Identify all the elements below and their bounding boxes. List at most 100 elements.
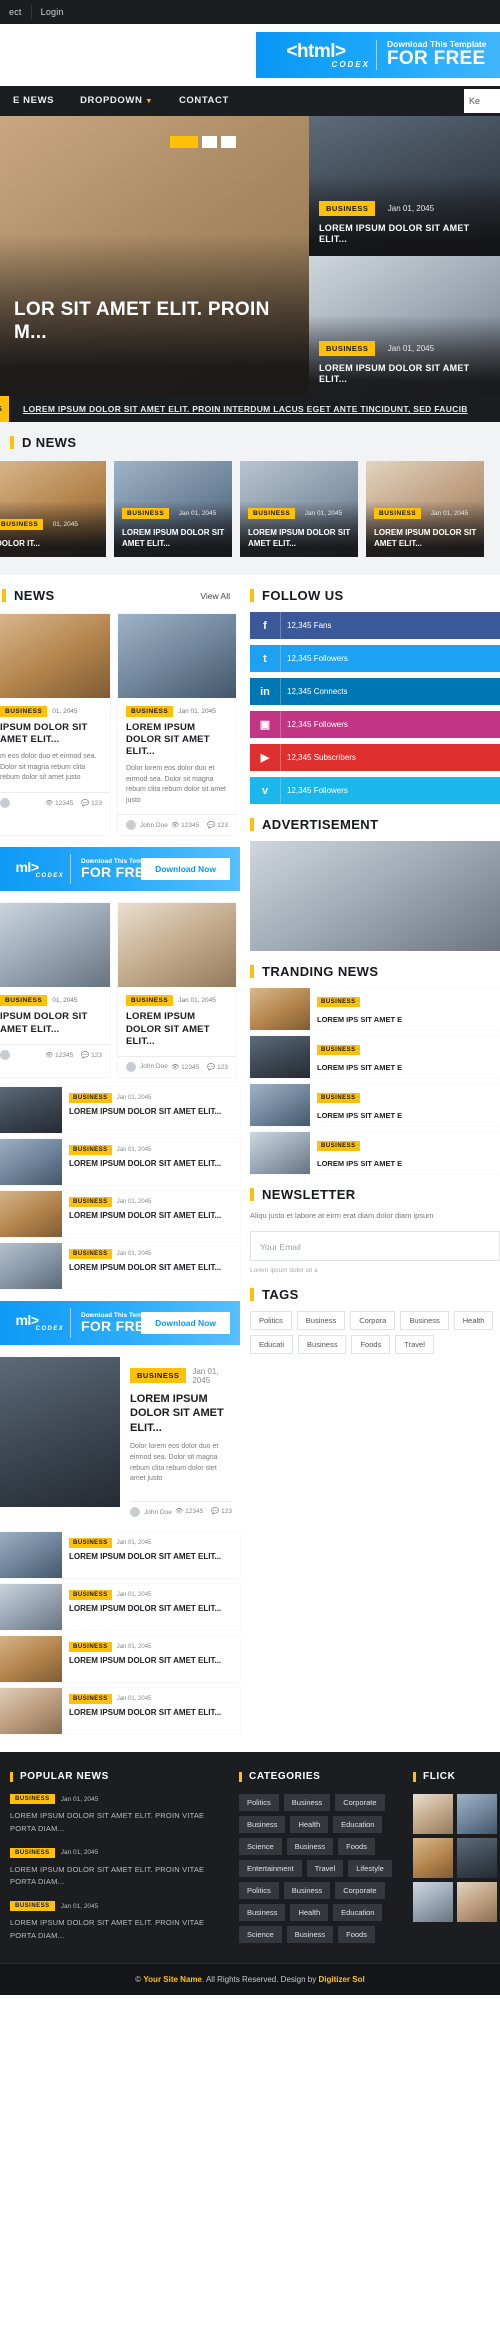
- footer-category[interactable]: Health: [290, 1816, 329, 1834]
- featured-card[interactable]: BUSINESS 01, 2045 DOLOR IT...: [0, 461, 106, 557]
- topbar-item-contact[interactable]: ect: [0, 0, 31, 24]
- footer-category[interactable]: Politics: [239, 1882, 279, 1900]
- news-row[interactable]: BUSINESS Jan 01, 2045 LOREM IPSUM DOLOR …: [0, 1190, 240, 1237]
- footer-item-text[interactable]: LOREM IPSUM DOLOR SIT AMET ELIT. PROIN V…: [10, 1810, 225, 1836]
- footer-item-text[interactable]: LOREM IPSUM DOLOR SIT AMET ELIT. PROIN V…: [10, 1917, 225, 1943]
- footer-category[interactable]: Lifestyle: [348, 1860, 392, 1878]
- status-badge[interactable]: BUSINESS: [317, 1044, 360, 1055]
- news-row[interactable]: BUSINESS Jan 01, 2045 LOREM IPSUM DOLOR …: [0, 1242, 240, 1289]
- hero-main-title[interactable]: LOR SIT AMET ELIT. PROIN M...: [14, 299, 295, 344]
- status-badge[interactable]: BUSINESS: [0, 706, 48, 717]
- row-title[interactable]: LOREM IPSUM DOLOR SIT AMET ELIT...: [69, 1604, 234, 1614]
- footer-category[interactable]: Business: [239, 1904, 286, 1922]
- flickr-thumb[interactable]: [457, 1838, 497, 1879]
- news-card[interactable]: BUSINESS Jan 01, 2045 LOREM IPSUM DOLOR …: [118, 614, 236, 836]
- email-field[interactable]: Your Email: [250, 1231, 500, 1261]
- news-row[interactable]: BUSINESS Jan 01, 2045 LOREM IPSUM DOLOR …: [0, 1138, 240, 1185]
- news-row[interactable]: BUSINESS Jan 01, 2045 LOREM IPSUM DOLOR …: [0, 1086, 240, 1133]
- trending-title-text[interactable]: LOREM IPS SIT AMET E: [317, 1159, 402, 1169]
- footer-category[interactable]: Entertainment: [239, 1860, 302, 1878]
- status-badge[interactable]: BUSINESS: [319, 340, 376, 356]
- tag-item[interactable]: Business: [296, 1311, 346, 1330]
- status-badge[interactable]: BUSINESS: [69, 1196, 112, 1207]
- flickr-thumb[interactable]: [413, 1882, 453, 1923]
- ticker-text[interactable]: LOREM IPSUM DOLOR SIT AMET ELIT. PROIN I…: [9, 404, 468, 414]
- advertisement-image[interactable]: [250, 841, 500, 951]
- tag-item[interactable]: Educati: [250, 1335, 294, 1354]
- tag-item[interactable]: Business: [298, 1335, 347, 1354]
- status-badge[interactable]: BUSINESS: [374, 508, 422, 520]
- status-badge[interactable]: BUSINESS: [10, 1901, 55, 1912]
- hero-side-title-1[interactable]: LOREM IPSUM DOLOR SIT AMET ELIT...: [319, 223, 492, 246]
- footer-category[interactable]: Corporate: [335, 1794, 385, 1812]
- footer-category[interactable]: Education: [333, 1904, 383, 1922]
- carousel-dot-1[interactable]: [170, 136, 198, 148]
- trending-title-text[interactable]: LOREM IPS SIT AMET E: [317, 1111, 402, 1121]
- inline-ad-banner[interactable]: ml> CODEX Download This Template FOR FRE…: [0, 847, 240, 892]
- status-badge[interactable]: BUSINESS: [317, 1140, 360, 1151]
- footer-category[interactable]: Business: [239, 1816, 286, 1834]
- row-title[interactable]: LOREM IPSUM DOLOR SIT AMET ELIT...: [69, 1708, 234, 1718]
- flickr-thumb[interactable]: [413, 1838, 453, 1879]
- trending-row[interactable]: BUSINESS LOREM IPS SIT AMET E: [250, 1036, 500, 1078]
- flickr-thumb[interactable]: [457, 1882, 497, 1923]
- status-badge[interactable]: BUSINESS: [69, 1642, 112, 1653]
- status-badge[interactable]: BUSINESS: [126, 706, 174, 717]
- news-title[interactable]: IPSUM DOLOR SIT AMET ELIT...: [0, 1011, 102, 1035]
- tag-item[interactable]: Health: [453, 1311, 494, 1330]
- trending-row[interactable]: BUSINESS LOREM IPS SIT AMET E: [250, 1084, 500, 1126]
- download-now-button[interactable]: Download Now: [141, 1311, 230, 1334]
- footer-category[interactable]: Foods: [338, 1838, 375, 1856]
- tag-item[interactable]: Business: [400, 1311, 449, 1330]
- trending-row[interactable]: BUSINESS LOREM IPS SIT AMET E: [250, 988, 500, 1030]
- status-badge[interactable]: BUSINESS: [130, 1368, 187, 1384]
- featured-card[interactable]: BUSINESS Jan 01, 2045 LOREM IPSUM DOLOR …: [114, 461, 232, 557]
- hero-side-title-2[interactable]: LOREM IPSUM DOLOR SIT AMET ELIT...: [319, 363, 492, 386]
- row-title[interactable]: LOREM IPSUM DOLOR SIT AMET ELIT...: [69, 1107, 234, 1117]
- status-badge[interactable]: BUSINESS: [69, 1092, 112, 1103]
- copyright-designer[interactable]: Digitizer Sol: [318, 1975, 364, 1984]
- hero-side-slide-2[interactable]: BUSINESS Jan 01, 2045 LOREM IPSUM DOLOR …: [309, 256, 500, 396]
- carousel-dot-2[interactable]: [202, 136, 217, 148]
- social-twitter[interactable]: t 12,345 Followers: [250, 645, 500, 672]
- trending-title-text[interactable]: LOREM IPS SIT AMET E: [317, 1015, 402, 1025]
- footer-category[interactable]: Corporate: [335, 1882, 385, 1900]
- flickr-thumb[interactable]: [413, 1794, 453, 1835]
- footer-category[interactable]: Education: [333, 1816, 383, 1834]
- row-title[interactable]: LOREM IPSUM DOLOR SIT AMET ELIT...: [69, 1211, 234, 1221]
- social-facebook[interactable]: f 12,345 Fans: [250, 612, 500, 639]
- status-badge[interactable]: BUSINESS: [317, 996, 360, 1007]
- tag-item[interactable]: Foods: [351, 1335, 391, 1354]
- status-badge[interactable]: BUSINESS: [69, 1590, 112, 1601]
- tag-item[interactable]: Politics: [250, 1311, 292, 1330]
- row-title[interactable]: LOREM IPSUM DOLOR SIT AMET ELIT...: [69, 1552, 234, 1562]
- status-badge[interactable]: BUSINESS: [122, 508, 170, 520]
- status-badge[interactable]: BUSINESS: [69, 1694, 112, 1705]
- footer-category[interactable]: Science: [239, 1838, 282, 1856]
- news-row[interactable]: BUSINESS Jan 01, 2045 LOREM IPSUM DOLOR …: [0, 1584, 240, 1631]
- trending-title-text[interactable]: LOREM IPS SIT AMET E: [317, 1063, 402, 1073]
- featured-card[interactable]: BUSINESS Jan 01, 2045 LOREM IPSUM DOLOR …: [240, 461, 358, 557]
- tag-item[interactable]: Travel: [395, 1335, 434, 1354]
- featured-card[interactable]: BUSINESS Jan 01, 2045 LOREM IPSUM DOLOR …: [366, 461, 484, 557]
- nav-item-dropdown[interactable]: DROPDOWN ▼: [67, 86, 166, 116]
- news-title[interactable]: LOREM IPSUM DOLOR SIT AMET ELIT...: [126, 1011, 228, 1047]
- inline-ad-banner-2[interactable]: ml> CODEX Download This Template FOR FRE…: [0, 1300, 240, 1345]
- footer-popular-item[interactable]: BUSINESS Jan 01, 2045 LOREM IPSUM DOLOR …: [10, 1901, 225, 1943]
- featured-title[interactable]: LOREM IPSUM DOLOR SIT AMET ELIT...: [374, 528, 478, 549]
- footer-category[interactable]: Business: [286, 1838, 334, 1856]
- footer-category[interactable]: Travel: [306, 1860, 344, 1878]
- feature-title[interactable]: LOREM IPSUM DOLOR SIT AMET ELIT...: [130, 1392, 232, 1435]
- footer-category[interactable]: Health: [290, 1904, 329, 1922]
- topbar-item-login[interactable]: Login: [32, 0, 73, 24]
- footer-category[interactable]: Foods: [338, 1926, 375, 1944]
- feature-article[interactable]: BUSINESS Jan 01, 2045 LOREM IPSUM DOLOR …: [0, 1356, 240, 1523]
- news-row[interactable]: BUSINESS Jan 01, 2045 LOREM IPSUM DOLOR …: [0, 1636, 240, 1683]
- news-title[interactable]: IPSUM DOLOR SIT AMET ELIT...: [0, 722, 102, 746]
- footer-category[interactable]: Politics: [239, 1794, 279, 1812]
- status-badge[interactable]: BUSINESS: [69, 1538, 112, 1549]
- status-badge[interactable]: BUSINESS: [69, 1248, 112, 1259]
- social-linkedin[interactable]: in 12,345 Connects: [250, 678, 500, 705]
- news-title[interactable]: LOREM IPSUM DOLOR SIT AMET ELIT...: [126, 722, 228, 758]
- nav-item-news[interactable]: E NEWS: [0, 86, 67, 116]
